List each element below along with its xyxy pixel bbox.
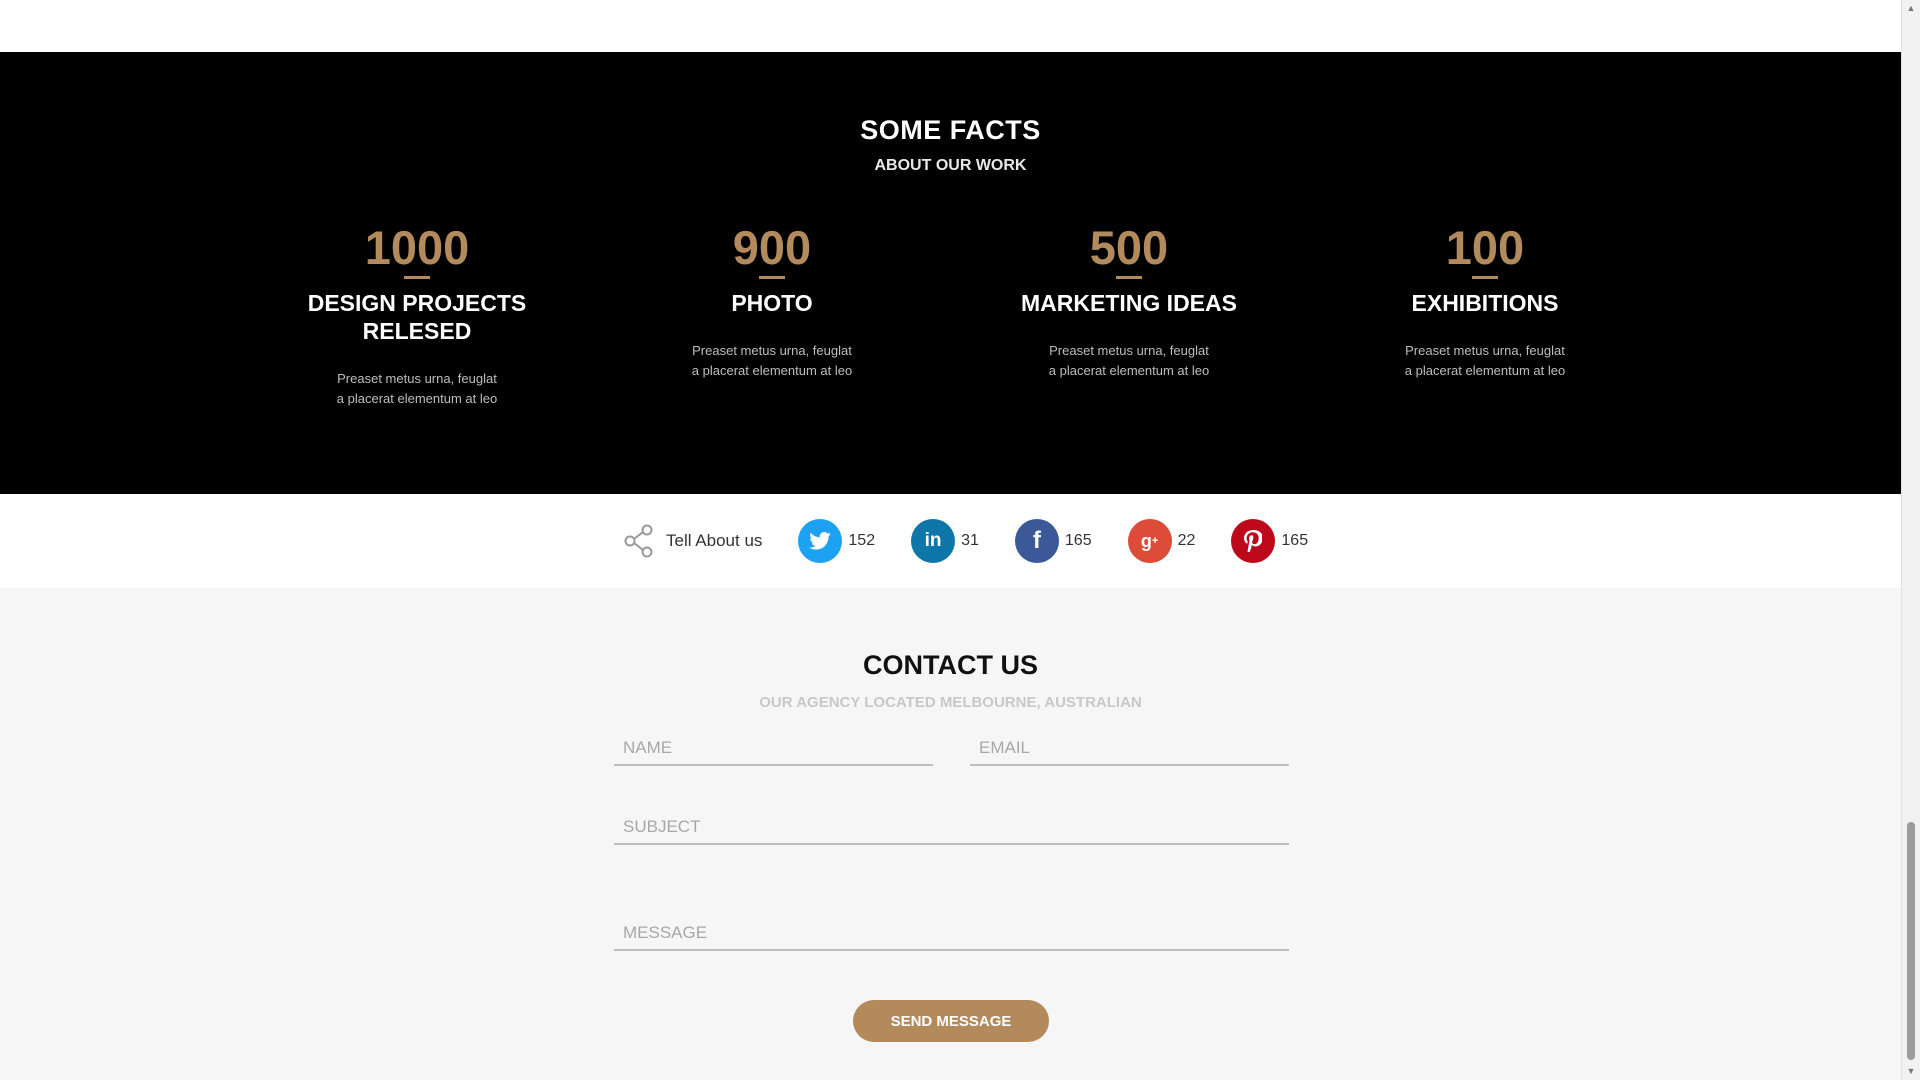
share-label: Tell About us xyxy=(666,531,763,550)
fact-label-line: EXHIBITIONS xyxy=(1411,290,1559,316)
fact-description: Preaset metus urna, feuglat a placerat e… xyxy=(287,369,547,409)
fact-label-line: MARKETING IDEAS xyxy=(1021,290,1237,316)
linkedin-share[interactable]: in 31 xyxy=(911,519,979,563)
social-share-row: Tell About us 152 in 31 f 165 g + 22 165 xyxy=(624,519,1344,563)
share-link[interactable]: Tell About us xyxy=(624,524,762,558)
fact-photo: 900 PHOTO Preaset metus urna, feuglat a … xyxy=(642,220,902,381)
scroll-down-arrow-icon[interactable]: ▼ xyxy=(1902,1063,1920,1080)
vertical-scrollbar[interactable]: ▲ ▼ xyxy=(1901,0,1920,1080)
top-strip xyxy=(0,0,1901,52)
fact-description: Preaset metus urna, feuglat a placerat e… xyxy=(999,341,1259,381)
pinterest-icon xyxy=(1231,519,1276,563)
fact-label: PHOTO xyxy=(642,289,902,317)
social-share-bar: Tell About us 152 in 31 f 165 g + 22 165 xyxy=(0,494,1901,588)
fact-divider xyxy=(1472,276,1498,279)
fact-design-projects: 1000 DESIGN PROJECTS RELESED Preaset met… xyxy=(287,220,547,409)
scrollbar-thumb[interactable] xyxy=(1907,822,1915,1060)
share-icon xyxy=(624,524,653,558)
linkedin-icon: in xyxy=(911,519,956,563)
fact-desc-line: Preaset metus urna, feuglat xyxy=(1049,343,1209,358)
fact-marketing-ideas: 500 MARKETING IDEAS Preaset metus urna, … xyxy=(999,220,1259,381)
fact-desc-line: a placerat elementum at leo xyxy=(691,363,853,378)
fact-number: 100 xyxy=(1445,221,1525,274)
fact-label: EXHIBITIONS xyxy=(1355,289,1615,317)
email-field[interactable] xyxy=(970,732,1289,766)
fact-divider xyxy=(1116,276,1142,279)
twitter-share[interactable]: 152 xyxy=(798,519,875,563)
fact-divider xyxy=(404,276,430,279)
facts-subtitle: ABOUT OUR WORK xyxy=(874,157,1027,174)
fact-desc-line: a placerat elementum at leo xyxy=(336,391,498,406)
facts-title: SOME FACTS xyxy=(860,115,1041,145)
twitter-count: 152 xyxy=(848,532,876,549)
fact-divider xyxy=(759,276,785,279)
fact-label: MARKETING IDEAS xyxy=(999,289,1259,317)
google-plus-icon: g + xyxy=(1127,519,1172,563)
fact-desc-line: Preaset metus urna, feuglat xyxy=(1405,343,1565,358)
google-plus-count: 22 xyxy=(1177,532,1196,549)
fact-description: Preaset metus urna, feuglat a placerat e… xyxy=(642,341,902,381)
fact-desc-line: a placerat elementum at leo xyxy=(1404,363,1566,378)
fact-desc-line: a placerat elementum at leo xyxy=(1048,363,1210,378)
facebook-count: 165 xyxy=(1064,532,1092,549)
fact-number: 900 xyxy=(732,221,812,274)
contact-section: CONTACT US OUR AGENCY LOCATED MELBOURNE,… xyxy=(0,588,1901,1080)
contact-title: CONTACT US xyxy=(863,650,1038,680)
fact-label-line: RELESED xyxy=(362,318,472,344)
message-field[interactable] xyxy=(614,916,1289,951)
name-field[interactable] xyxy=(614,732,933,766)
fact-label: DESIGN PROJECTS RELESED xyxy=(287,289,547,345)
twitter-icon xyxy=(798,519,843,563)
fact-number: 500 xyxy=(1089,221,1169,274)
scroll-up-arrow-icon[interactable]: ▲ xyxy=(1902,0,1920,17)
google-plus-share[interactable]: g + 22 xyxy=(1127,519,1196,563)
pinterest-share[interactable]: 165 xyxy=(1231,519,1308,563)
linkedin-count: 31 xyxy=(961,532,979,549)
fact-desc-line: Preaset metus urna, feuglat xyxy=(337,371,497,386)
subject-field[interactable] xyxy=(614,811,1289,845)
contact-subtitle: OUR AGENCY LOCATED MELBOURNE, AUSTRALIAN xyxy=(759,694,1142,711)
fact-label-line: DESIGN PROJECTS xyxy=(307,290,527,316)
fact-description: Preaset metus urna, feuglat a placerat e… xyxy=(1355,341,1615,381)
facebook-share[interactable]: f 165 xyxy=(1014,519,1092,563)
fact-desc-line: Preaset metus urna, feuglat xyxy=(692,343,852,358)
fact-exhibitions: 100 EXHIBITIONS Preaset metus urna, feug… xyxy=(1355,220,1615,381)
fact-label-line: PHOTO xyxy=(731,290,813,316)
pinterest-count: 165 xyxy=(1281,532,1309,549)
facebook-icon: f xyxy=(1014,519,1059,563)
send-message-button[interactable]: SEND MESSAGE xyxy=(853,1000,1049,1042)
page: SOME FACTS ABOUT OUR WORK 1000 DESIGN PR… xyxy=(0,0,1901,1080)
fact-number: 1000 xyxy=(364,221,470,274)
facts-section: SOME FACTS ABOUT OUR WORK 1000 DESIGN PR… xyxy=(0,52,1901,494)
